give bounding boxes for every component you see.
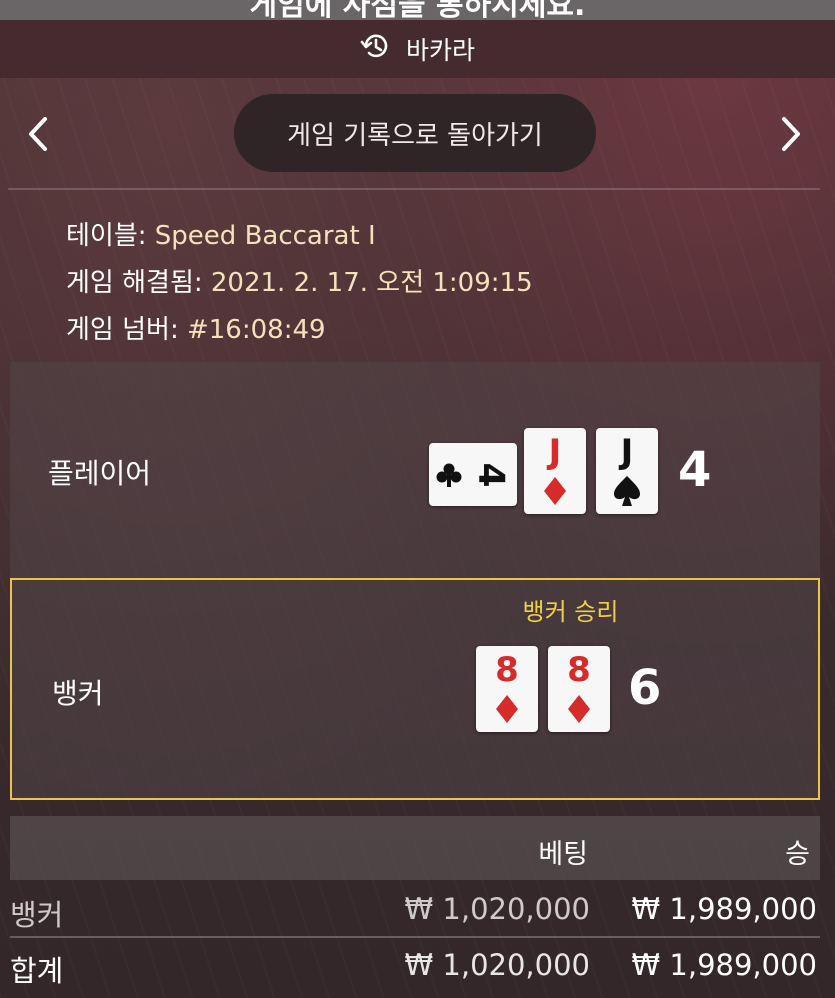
card-rank: J [547,432,562,472]
header-divider [8,188,820,190]
player-score: 4 [678,442,712,498]
game-navigation: 게임 기록으로 돌아가기 [0,78,835,188]
table-value: Speed Baccarat I [154,221,376,251]
table-label: 테이블: [66,221,147,251]
resolved-info-row: 게임 해결됨: 2021. 2. 17. 오전 1:09:15 [66,262,533,309]
next-game-button[interactable] [771,114,811,154]
bet-row: 뱅커 ₩ 1,020,000 ₩ 1,989,000 [0,882,835,938]
resolved-value: 2021. 2. 17. 오전 1:09:15 [210,268,533,298]
banker-card-1: 8 [476,646,538,732]
chevron-left-icon [29,117,47,151]
bet-column-header: 베팅 [538,839,588,870]
history-icon [360,30,406,68]
card-eight-of-diamonds: 8 [495,650,519,723]
player-card-1: 4 [429,443,517,506]
game-number-label: 게임 넘버: [66,315,179,345]
bet-row-amount: ₩ 1,020,000 [404,892,590,926]
banker-score: 6 [628,660,662,716]
previous-game-button[interactable] [18,114,58,154]
card-jack-of-spades: J [614,432,640,506]
banker-win-text: 뱅커 승리 [522,598,619,626]
bet-total-row: 합계 ₩ 1,020,000 ₩ 1,989,000 [0,938,835,994]
title-bar: 바카라 [0,20,835,78]
game-info: 테이블: Speed Baccarat I 게임 해결됨: 2021. 2. 1… [66,215,533,356]
card-rank: 8 [567,650,591,690]
total-bet-amount: ₩ 1,020,000 [404,948,590,982]
bet-table-header: 베팅 승 [10,816,820,880]
win-column-header: 승 [785,839,810,870]
banker-card-2: 8 [548,646,610,732]
card-jack-of-diamonds: J [544,432,566,505]
card-rank: 4 [471,462,512,487]
banner-text: 게임에 사점을 통하시세요. [249,0,586,20]
player-card-3: J [596,428,658,514]
total-label: 합계 [10,954,64,988]
chevron-right-icon [782,117,800,151]
card-rank: J [619,432,634,472]
bet-row-name: 뱅커 [10,898,64,932]
table-info-row: 테이블: Speed Baccarat I [66,215,533,262]
total-win-amount: ₩ 1,989,000 [631,948,817,982]
card-rank: 8 [495,650,519,690]
resolved-label: 게임 해결됨: [66,268,203,298]
bet-row-win: ₩ 1,989,000 [631,892,817,926]
card-eight-of-diamonds: 8 [567,650,591,723]
game-number-row: 게임 넘버: #16:08:49 [66,309,533,356]
game-number-value: #16:08:49 [186,315,326,345]
back-to-history-button[interactable]: 게임 기록으로 돌아가기 [234,94,596,172]
banker-win-text-row: 뱅커 승리 [0,592,835,627]
card-four-of-clubs: 4 [436,462,512,488]
top-banner: 게임에 사점을 통하시세요. [0,0,835,20]
page-title: 바카라 [405,36,475,65]
player-label: 플레이어 [48,457,152,490]
player-card-2: J [524,428,586,514]
